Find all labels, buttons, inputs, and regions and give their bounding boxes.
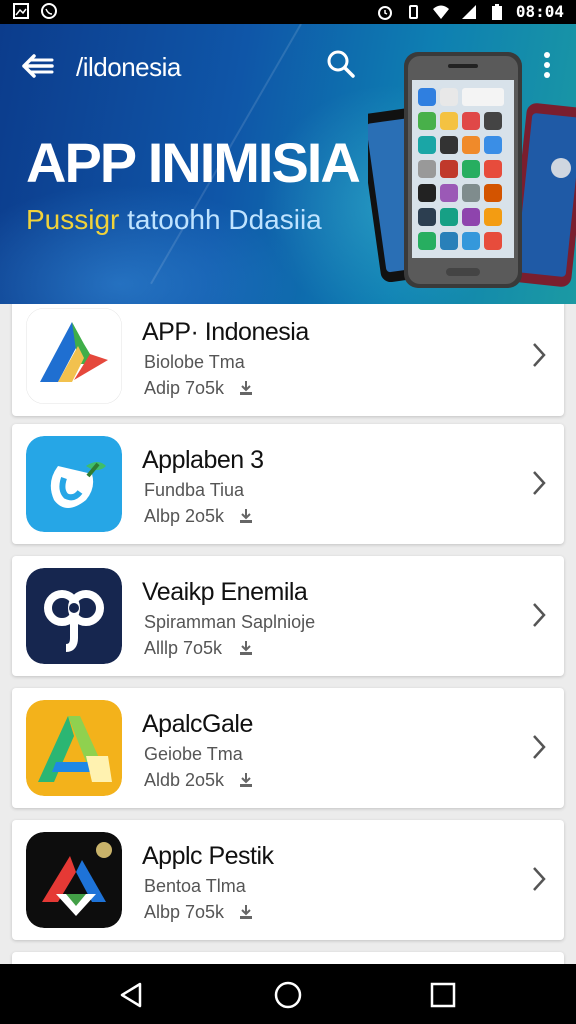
- app-category: Geiobe Tma: [144, 744, 243, 764]
- app-card[interactable]: Veaikp Enemila Spiramman Saplnioje Alllp…: [12, 556, 564, 676]
- app-card[interactable]: ApalcGale Geiobe Tma Aldb 2o5k: [12, 688, 564, 808]
- app-name: APP· Indonesia: [142, 318, 309, 346]
- signal-icon: [461, 4, 476, 19]
- back-arrow-icon[interactable]: [20, 50, 56, 82]
- app-meta: Albp 7o5k: [144, 902, 225, 922]
- chevron-right-icon: [533, 471, 546, 495]
- install-icon: [240, 509, 252, 523]
- app-category: Biolobe Tma: [144, 352, 245, 372]
- app-meta: Alllp 7o5k: [144, 638, 223, 658]
- nav-back-icon[interactable]: [116, 980, 146, 1010]
- chevron-right-icon: [533, 343, 546, 367]
- chevron-right-icon: [533, 735, 546, 759]
- hero-subtitle-part2: tatoohh Ddasiia: [119, 204, 322, 235]
- vibrate-icon: [408, 4, 418, 19]
- nav-recents-icon[interactable]: [428, 980, 458, 1010]
- install-icon: [240, 773, 252, 787]
- app-name: Applaben 3: [142, 446, 264, 474]
- status-time: 08:04: [515, 2, 564, 21]
- app-category: Bentoa Tlma: [144, 876, 246, 896]
- install-icon: [240, 905, 252, 919]
- whatsapp-icon: [41, 3, 57, 19]
- battery-icon: [491, 3, 502, 20]
- veaikp-icon: [26, 568, 122, 664]
- install-icon: [240, 641, 252, 655]
- app-card[interactable]: APP· Indonesia Biolobe Tma Adip 7o5k: [12, 304, 564, 416]
- app-name: Applc Pestik: [142, 842, 274, 870]
- applc-pestik-icon: [26, 832, 122, 928]
- system-nav-bar: [0, 964, 576, 1024]
- app-category: Fundba Tiua: [144, 480, 245, 500]
- app-card[interactable]: Applaben 3 Fundba Tiua Albp 2o5k: [12, 424, 564, 544]
- app-list: APP· Indonesia Biolobe Tma Adip 7o5k App…: [0, 304, 576, 964]
- app-name: Veaikp Enemila: [142, 578, 308, 606]
- search-icon[interactable]: [326, 48, 356, 80]
- phones-illustration: [368, 52, 576, 288]
- chevron-right-icon: [533, 867, 546, 891]
- status-bar: 08:04: [0, 0, 576, 24]
- apalcgale-icon: [26, 700, 122, 796]
- app-card-partial[interactable]: [12, 952, 564, 964]
- hero-subtitle: Pussigr tatoohh Ddasiia: [26, 204, 322, 236]
- install-icon: [240, 381, 252, 395]
- nav-home-icon[interactable]: [273, 980, 303, 1010]
- hero-subtitle-part1: Pussigr: [26, 204, 120, 235]
- hero-title: APP INIMISIA: [26, 131, 361, 194]
- app-card[interactable]: Applc Pestik Bentoa Tlma Albp 7o5k: [12, 820, 564, 940]
- app-category: Spiramman Saplnioje: [144, 612, 316, 632]
- header-title: /ildonesia: [76, 52, 181, 82]
- app-meta: Aldb 2o5k: [144, 770, 225, 790]
- applaben-icon: [26, 436, 122, 532]
- chevron-right-icon: [533, 603, 546, 627]
- app-name: ApalcGale: [142, 710, 253, 738]
- app-meta: Adip 7o5k: [144, 378, 225, 398]
- wifi-icon: [432, 5, 449, 19]
- app-header-banner: /ildonesia APP INIMISIA Pussigr tatoohh …: [0, 24, 576, 304]
- app-meta: Albp 2o5k: [144, 506, 225, 526]
- alarm-icon: [377, 5, 392, 20]
- app-indonesia-icon: [26, 308, 122, 404]
- image-icon: [13, 3, 29, 19]
